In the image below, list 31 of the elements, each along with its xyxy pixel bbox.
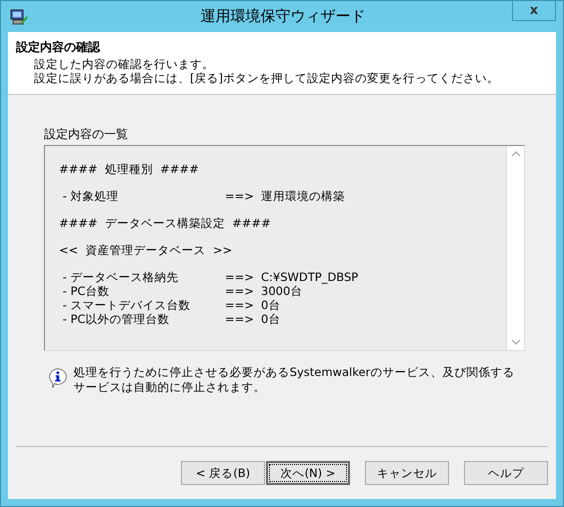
description-text: 設定した内容の確認を行います。	[33, 57, 215, 71]
arrow-text: ==>	[225, 189, 255, 203]
setting-name: - 対象処理	[62, 189, 120, 203]
wizard-button[interactable]: < 戻る(B)	[181, 461, 265, 485]
setting-value: C:¥SWDTP_DBSP	[261, 270, 358, 284]
arrow-text: ==>	[225, 312, 255, 326]
arrow-text: ==>	[225, 270, 255, 284]
section-heading: #### 処理種別 ####	[59, 162, 200, 176]
section-heading: << 資産管理データベース >>	[59, 243, 234, 257]
arrow-text: ==>	[225, 284, 255, 298]
setting-value: 3000台	[261, 284, 302, 298]
section-heading: #### データベース構築設定 ####	[59, 216, 272, 230]
wizard-button[interactable]: キャンセル	[365, 461, 449, 485]
setting-name: - データベース格納先	[62, 270, 180, 284]
wizard-button[interactable]: ヘルプ	[464, 461, 548, 485]
info-message: 処理を行うために停止させる必要があるSystemwalkerのサービス、及び関係するサービスは自動的に停止されます。	[74, 364, 516, 395]
description-text: 設定に誤りがある場合には、[戻る]ボタンを押して設定内容の変更を行ってください。	[33, 71, 500, 85]
setting-value: 運用環境の構築	[261, 189, 345, 203]
computer-icon	[10, 8, 28, 24]
close-button[interactable]: x	[512, 1, 556, 21]
setting-name: - PC以外の管理台数	[62, 312, 170, 326]
setting-name: - PC台数	[62, 284, 110, 298]
setting-name: - スマートデバイス台数	[62, 298, 192, 312]
summary-label: 設定内容の一覧	[44, 127, 129, 141]
arrow-text: ==>	[225, 298, 255, 312]
setting-value: 0台	[261, 298, 280, 312]
scrollbar[interactable]	[506, 146, 524, 350]
setting-value: 0台	[261, 312, 280, 326]
wizard-button[interactable]: 次へ(N) >	[266, 461, 350, 485]
window-title: 運用環境保守ウィザード	[200, 7, 366, 26]
page-title: 設定内容の確認	[16, 39, 102, 55]
